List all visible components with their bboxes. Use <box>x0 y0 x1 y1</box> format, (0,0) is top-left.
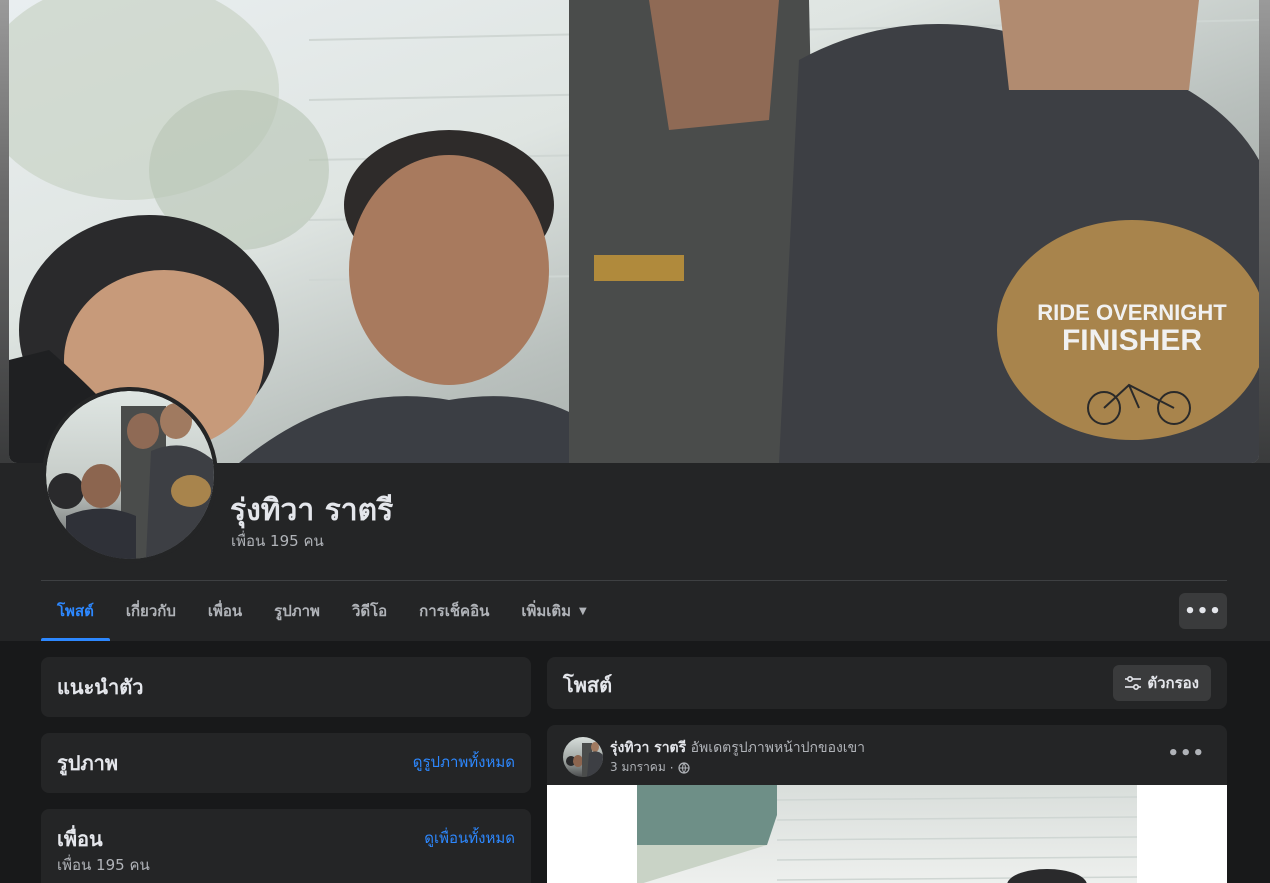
cover-shirt-line1: RIDE OVERNIGHT <box>1037 300 1227 325</box>
posts-header-card: โพสต์ ตัวกรอง <box>547 657 1227 709</box>
post-date[interactable]: 3 มกราคม <box>610 758 666 777</box>
profile-more-button[interactable]: ••• <box>1179 593 1227 629</box>
see-all-photos-link[interactable]: ดูรูปภาพทั้งหมด <box>413 750 515 774</box>
post-author-avatar[interactable] <box>563 737 603 777</box>
post-action-text: อัพเดตรูปภาพหน้าปกของเขา <box>690 740 866 756</box>
friends-card: เพื่อน ดูเพื่อนทั้งหมด เพื่อน 195 คน <box>41 809 531 883</box>
intro-card: แนะนำตัว <box>41 657 531 717</box>
post-options-button[interactable]: ••• <box>1167 743 1205 764</box>
ellipsis-icon: ••• <box>1167 743 1205 764</box>
post-image[interactable] <box>547 785 1227 883</box>
tab-checkins[interactable]: การเช็คอิน <box>403 581 505 641</box>
avatar-photo <box>48 403 214 559</box>
cover-photo[interactable]: RIDE OVERNIGHT FINISHER <box>9 0 1259 463</box>
profile-header: RIDE OVERNIGHT FINISHER รุ่งทิวา ราตรี เ… <box>0 0 1270 641</box>
friends-title: เพื่อน <box>57 827 103 851</box>
tab-friends[interactable]: เพื่อน <box>192 581 258 641</box>
tab-about[interactable]: เกี่ยวกับ <box>110 581 192 641</box>
tab-about-label: เกี่ยวกับ <box>125 602 176 620</box>
globe-icon[interactable] <box>677 761 690 774</box>
photos-title: รูปภาพ <box>57 751 119 775</box>
post-photo <box>637 785 1138 883</box>
caret-down-icon: ▼ <box>579 605 587 617</box>
profile-avatar[interactable] <box>42 387 218 563</box>
cover-shirt-line2: FINISHER <box>1062 324 1202 357</box>
tab-more[interactable]: เพิ่มเติม ▼ <box>505 581 602 641</box>
tab-photos[interactable]: รูปภาพ <box>258 581 336 641</box>
see-all-friends-link[interactable]: ดูเพื่อนทั้งหมด <box>424 826 515 850</box>
tab-friends-label: เพื่อน <box>207 602 243 620</box>
profile-friend-count[interactable]: เพื่อน 195 คน <box>231 529 324 553</box>
post-author-name[interactable]: รุ่งทิวา ราตรี <box>610 740 686 756</box>
posts-header-title: โพสต์ <box>563 673 613 697</box>
ellipsis-icon: ••• <box>1184 600 1222 622</box>
tab-posts-label: โพสต์ <box>57 602 94 620</box>
filter-label: ตัวกรอง <box>1147 674 1199 692</box>
post-avatar-photo <box>566 742 603 777</box>
filter-button[interactable]: ตัวกรอง <box>1113 665 1211 701</box>
post-card: รุ่งทิวา ราตรี อัพเดตรูปภาพหน้าปกของเขา … <box>547 725 1227 883</box>
post-header-text: รุ่งทิวา ราตรี อัพเดตรูปภาพหน้าปกของเขา <box>610 737 865 759</box>
friends-count-text: เพื่อน 195 คน <box>57 856 150 874</box>
profile-tabs: โพสต์ เกี่ยวกับ เพื่อน รูปภาพ วิดีโอ การ… <box>41 581 603 641</box>
cover-photo-illustration: RIDE OVERNIGHT FINISHER <box>9 0 1259 463</box>
tab-posts[interactable]: โพสต์ <box>41 581 110 641</box>
tab-videos-label: วิดีโอ <box>351 602 388 620</box>
intro-title: แนะนำตัว <box>57 675 144 699</box>
photos-card: รูปภาพ ดูรูปภาพทั้งหมด <box>41 733 531 793</box>
tab-photos-label: รูปภาพ <box>274 602 320 620</box>
post-meta-separator: · <box>669 760 674 775</box>
tab-videos[interactable]: วิดีโอ <box>336 581 403 641</box>
tab-checkins-label: การเช็คอิน <box>419 602 490 620</box>
sliders-icon <box>1125 676 1142 690</box>
post-photo-illustration <box>637 785 1138 883</box>
tab-more-label: เพิ่มเติม <box>521 602 572 620</box>
post-meta: 3 มกราคม · <box>610 758 690 777</box>
profile-name: รุ่งทิวา ราตรี <box>230 493 394 528</box>
